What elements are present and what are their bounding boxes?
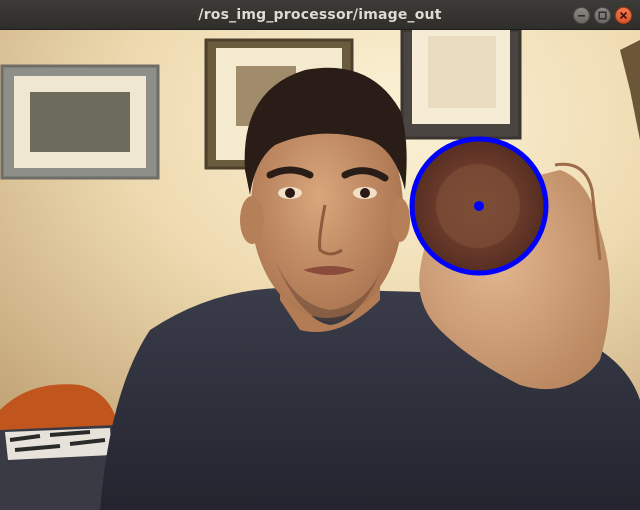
- title-bar[interactable]: /ros_img_processor/image_out: [0, 0, 640, 30]
- close-icon[interactable]: [615, 7, 632, 24]
- image-window: /ros_img_processor/image_out: [0, 0, 640, 510]
- picture-frame-left: [0, 64, 160, 180]
- detection-center-point: [474, 201, 484, 211]
- minimize-icon[interactable]: [573, 7, 590, 24]
- maximize-icon[interactable]: [594, 7, 611, 24]
- image-view: [0, 30, 640, 510]
- window-title: /ros_img_processor/image_out: [198, 7, 442, 23]
- picture-frame-right: [400, 30, 522, 140]
- camera-frame: [0, 30, 640, 510]
- window-controls: [573, 7, 632, 24]
